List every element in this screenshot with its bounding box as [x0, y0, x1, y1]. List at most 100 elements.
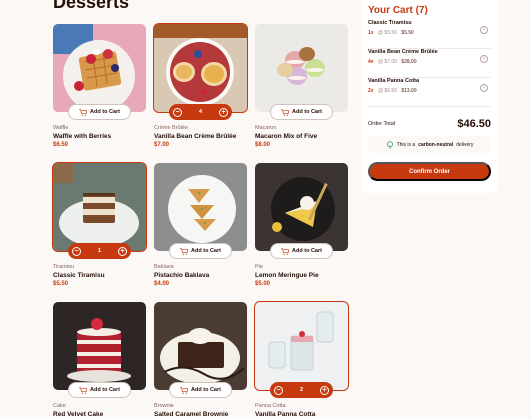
product-card-brownie: Add to Cart Brownie Salted Caramel Brown… — [154, 302, 247, 418]
cart-item-qty: 1x — [368, 30, 374, 36]
quantity-value: 1 — [97, 248, 102, 254]
order-total-label: Order Total — [368, 121, 396, 127]
product-name: Waffle with Berries — [53, 133, 112, 140]
remove-item-icon[interactable]: × — [480, 84, 488, 92]
product-image-panna-cotta[interactable] — [254, 301, 349, 391]
product-name: Pistachio Baklava — [154, 272, 210, 279]
confirm-order-button[interactable]: Confirm Order — [368, 162, 491, 181]
product-category: Panna Cotta — [255, 403, 286, 409]
cart-item-total: $13.00 — [401, 88, 417, 94]
product-card-cake: Add to Cart Cake Red Velvet Cake — [53, 302, 146, 418]
decrement-button[interactable]: − — [173, 107, 182, 117]
cart-item-qty: 2x — [368, 88, 374, 94]
cart-item-unit-price: @ $7.00 — [377, 59, 397, 65]
increment-button[interactable]: + — [219, 107, 228, 117]
product-image-cake[interactable] — [53, 302, 146, 390]
product-name: Vanilla Bean Crème Brûlée — [154, 133, 237, 140]
page-title: Desserts — [53, 0, 130, 12]
remove-item-icon[interactable]: × — [480, 26, 488, 34]
cart-add-icon — [79, 108, 88, 116]
macaron-image — [255, 24, 348, 112]
add-to-cart-label: Add to Cart — [191, 248, 221, 254]
product-category: Macaron — [255, 125, 277, 131]
increment-button[interactable]: + — [320, 385, 329, 395]
product-image-brownie[interactable] — [154, 302, 247, 390]
cart-item-unit-price: @ $5.50 — [377, 30, 397, 36]
product-category: Waffle — [53, 125, 69, 131]
cart-item: Classic Tiramisu 1x @ $5.50 $5.50 × — [368, 20, 491, 49]
product-name: Classic Tiramisu — [53, 272, 105, 279]
cake-image — [53, 302, 146, 390]
product-card-macaron: Add to Cart Macaron Macaron Mix of Five … — [255, 24, 348, 148]
cart-item-unit-price: @ $6.50 — [377, 88, 397, 94]
product-name: Red Velvet Cake — [53, 411, 104, 418]
add-to-cart-button[interactable]: Add to Cart — [270, 104, 333, 120]
product-name: Salted Caramel Brownie — [154, 411, 229, 418]
cart-item: Vanilla Panna Cotta 2x @ $6.50 $13.00 × — [368, 78, 491, 107]
add-to-cart-button[interactable]: Add to Cart — [169, 243, 232, 259]
increment-button[interactable]: + — [118, 246, 127, 256]
add-to-cart-label: Add to Cart — [292, 109, 322, 115]
product-card-creme-brulee: − 4 + Crème Brûlée Vanilla Bean Crème Br… — [153, 23, 248, 148]
product-category: Tiramisu — [53, 264, 74, 270]
cart-item-name: Vanilla Bean Crème Brûlée — [368, 49, 438, 55]
decrement-button[interactable]: − — [72, 246, 81, 256]
add-to-cart-button[interactable]: Add to Cart — [270, 243, 333, 259]
add-to-cart-button[interactable]: Add to Cart — [169, 382, 232, 398]
remove-item-icon[interactable]: × — [480, 55, 488, 63]
product-image-macaron[interactable] — [255, 24, 348, 112]
product-category: Cake — [53, 403, 66, 409]
add-to-cart-button[interactable]: Add to Cart — [68, 104, 131, 120]
product-card-pie: Add to Cart Pie Lemon Meringue Pie $5.00 — [255, 163, 348, 287]
brownie-image — [154, 302, 247, 390]
cart-item-qty: 4x — [368, 59, 374, 65]
cart-item-total: $28.00 — [401, 59, 417, 65]
product-image-waffle[interactable] — [53, 24, 146, 112]
cart-item-name: Classic Tiramisu — [368, 20, 412, 26]
order-total-row: Order Total $46.50 — [368, 118, 491, 130]
product-card-waffle: Add to Cart Waffle Waffle with Berries $… — [53, 24, 146, 148]
product-image-baklava[interactable] — [154, 163, 247, 251]
product-price: $4.00 — [154, 281, 170, 287]
quantity-stepper[interactable]: − 4 + — [169, 104, 232, 120]
baklava-image — [154, 163, 247, 251]
cart-title: Your Cart (7) — [368, 5, 428, 16]
add-to-cart-label: Add to Cart — [90, 387, 120, 393]
product-price: $6.50 — [53, 142, 69, 148]
product-image-tiramisu[interactable] — [52, 162, 147, 252]
product-category: Baklava — [154, 264, 174, 270]
product-image-pie[interactable] — [255, 163, 348, 251]
quantity-stepper[interactable]: − 2 + — [270, 382, 333, 398]
panna-cotta-image — [255, 302, 348, 390]
cart-add-icon — [281, 108, 290, 116]
product-price: $5.00 — [255, 281, 271, 287]
waffle-image — [53, 24, 146, 112]
carbon-neutral-note: This is a carbon-neutral delivery — [368, 136, 491, 153]
product-card-tiramisu: − 1 + Tiramisu Classic Tiramisu $5.50 — [52, 162, 147, 287]
product-price: $5.50 — [53, 281, 69, 287]
cart-add-icon — [180, 247, 189, 255]
add-to-cart-label: Add to Cart — [90, 109, 120, 115]
order-total-value: $46.50 — [457, 118, 491, 130]
cart-add-icon — [281, 247, 290, 255]
quantity-stepper[interactable]: − 1 + — [68, 243, 131, 259]
product-category: Pie — [255, 264, 263, 270]
tiramisu-image — [53, 163, 146, 251]
add-to-cart-button[interactable]: Add to Cart — [68, 382, 131, 398]
carbon-suffix: delivery — [456, 141, 474, 148]
quantity-value: 2 — [299, 387, 304, 393]
product-name: Vanilla Panna Cotta — [255, 411, 316, 418]
product-card-baklava: Add to Cart Baklava Pistachio Baklava $4… — [154, 163, 247, 287]
product-name: Macaron Mix of Five — [255, 133, 318, 140]
carbon-prefix: This is a — [396, 141, 416, 148]
product-name: Lemon Meringue Pie — [255, 272, 319, 279]
creme-brulee-image — [154, 24, 247, 112]
add-to-cart-label: Add to Cart — [292, 248, 322, 254]
pie-image — [255, 163, 348, 251]
product-category: Brownie — [154, 403, 174, 409]
carbon-bold: carbon-neutral — [418, 141, 454, 148]
product-image-creme-brulee[interactable] — [153, 23, 248, 113]
product-category: Crème Brûlée — [154, 125, 188, 131]
decrement-button[interactable]: − — [274, 385, 283, 395]
product-price: $8.00 — [255, 142, 271, 148]
